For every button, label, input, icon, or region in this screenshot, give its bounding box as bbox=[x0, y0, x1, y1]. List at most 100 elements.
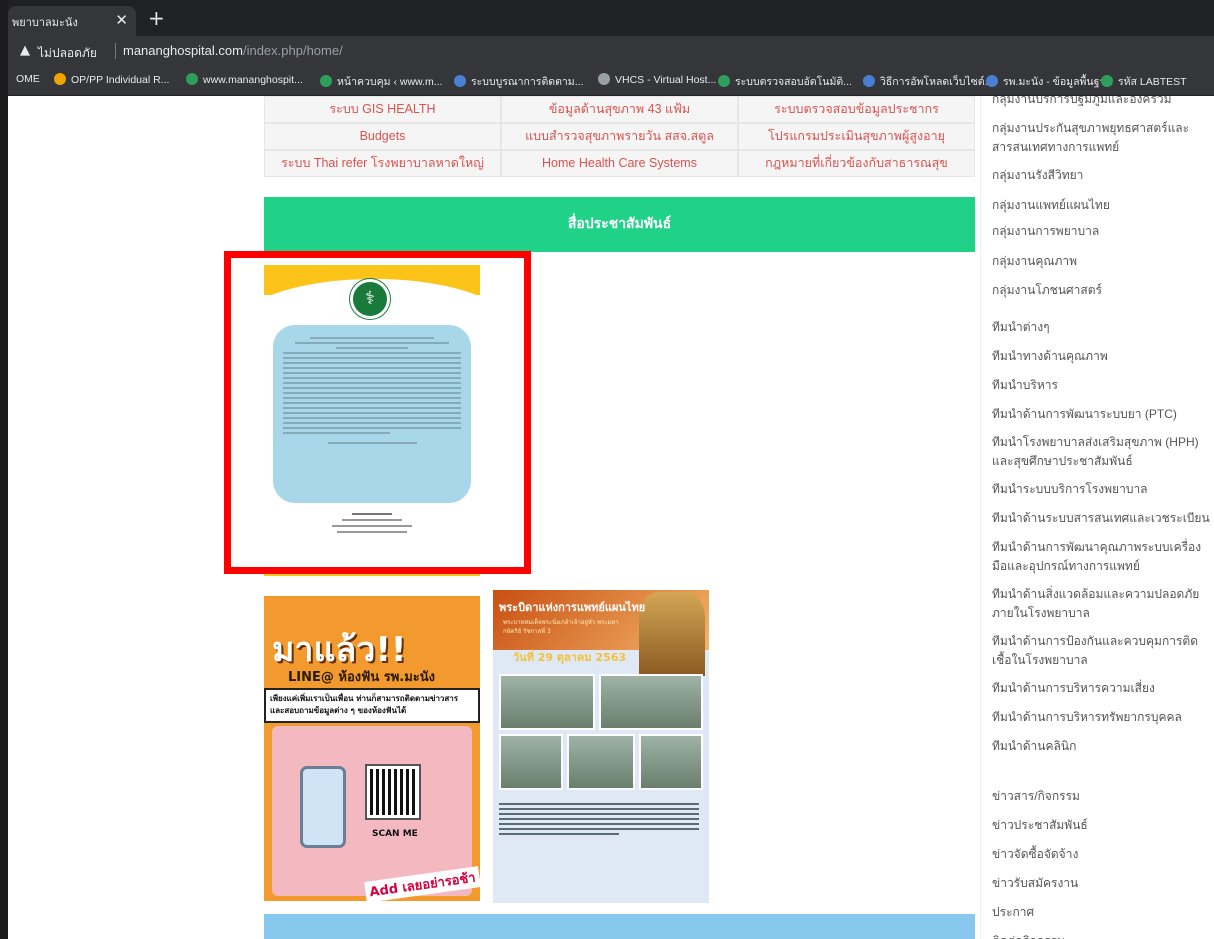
phone-icon bbox=[300, 766, 346, 848]
browser-window: พยาบาลมะนัง ✕ + ▲ ไม่ปลอดภัย mananghospi… bbox=[0, 0, 1214, 939]
link-grid: ระบบ GIS HEALTH ข้อมูลด้านสุขภาพ 43 แฟ้มร… bbox=[264, 96, 975, 177]
url-host: mananghospital.com bbox=[123, 43, 243, 58]
sidebar-link[interactable]: กลุ่มงานรังสีวิทยา bbox=[992, 166, 1214, 185]
sidebar-menu: กลุ่มงานบริการปฐมภูมิและองค์รวมกลุ่มงานป… bbox=[980, 96, 1214, 939]
bookmarks-bar: OME OP/PP Individual R... www.mananghospit… bbox=[8, 66, 1214, 96]
quick-link[interactable]: แบบสำรวจสุขภาพรายวัน สสจ.สตูล bbox=[501, 123, 738, 150]
bookmark-favicon-icon bbox=[320, 75, 332, 87]
bookmark-item[interactable]: รพ.มะนัง - ข้อมูลพื้นฐาน bbox=[986, 73, 1112, 90]
thai-medicine-poster[interactable]: พระบิดาแห่งการแพทย์แผนไทย พระบาทสมเด็จพร… bbox=[493, 590, 709, 903]
quick-link[interactable]: กฎหมายที่เกี่ยวข้องกับสาธารณสุข bbox=[738, 150, 975, 177]
tab-bar: พยาบาลมะนัง ✕ + bbox=[8, 0, 1214, 36]
quick-link[interactable]: โปรแกรมประเมินสุขภาพผู้สูงอายุ bbox=[738, 123, 975, 150]
new-tab-icon[interactable]: + bbox=[148, 6, 165, 30]
bookmark-label: ระบบตรวจสอบอัตโนมัติ... bbox=[735, 76, 852, 88]
quick-link[interactable]: ข้อมูลด้านสุขภาพ 43 แฟ้ม bbox=[501, 96, 738, 123]
sidebar-link[interactable]: ข่าวสาร/กิจกรรม bbox=[992, 787, 1214, 806]
web-page: ระบบ GIS HEALTH ข้อมูลด้านสุขภาพ 43 แฟ้มร… bbox=[8, 96, 1214, 939]
browser-tab[interactable]: พยาบาลมะนัง ✕ bbox=[8, 6, 136, 36]
bookmark-favicon-icon bbox=[1101, 75, 1113, 87]
sidebar-link[interactable]: ทีมนำด้านการบริหารความเสี่ยง bbox=[992, 679, 1214, 698]
royal-portrait-image bbox=[639, 592, 705, 676]
bookmark-favicon-icon bbox=[986, 75, 998, 87]
bookmark-label: รพ.มะนัง - ข้อมูลพื้นฐาน bbox=[1003, 76, 1113, 88]
sidebar-link[interactable]: ข่าวจัดซื้อจัดจ้าง bbox=[992, 845, 1214, 864]
bookmark-favicon-icon bbox=[598, 73, 610, 85]
sidebar-link[interactable]: ประกาศ bbox=[992, 903, 1214, 922]
event-photos bbox=[499, 674, 703, 792]
sidebar-link[interactable]: ทีมนำโรงพยาบาลส่งเสริมสุขภาพ (HPH) และสุ… bbox=[992, 433, 1214, 471]
sidebar-link[interactable]: ทีมนำด้านการพัฒนาระบบยา (PTC) bbox=[992, 405, 1214, 424]
sidebar-link[interactable]: ทีมนำด้านสิ่งแวดล้อมและความปลอดภัยภายในโ… bbox=[992, 585, 1214, 623]
poster-description: เพียงแค่เพิ่มเราเป็นเพื่อน ท่านก็สามารถต… bbox=[264, 688, 480, 723]
event-photo bbox=[599, 674, 703, 730]
qr-code-icon bbox=[365, 764, 421, 820]
line-dental-poster[interactable]: มาแล้ว!! LINE@ ห้องฟัน รพ.มะนัง เพียงแค่… bbox=[264, 596, 480, 901]
link-row: ระบบ Thai refer โรงพยาบาลหาดใหญ่ Home Hea… bbox=[264, 150, 975, 177]
warning-icon[interactable]: ▲ bbox=[20, 43, 30, 58]
sidebar-link[interactable]: ทีมนำด้านการบริหารทรัพยากรบุคคล bbox=[992, 708, 1214, 727]
poster-subtitle: LINE@ ห้องฟัน รพ.มะนัง bbox=[288, 670, 436, 685]
bookmark-label: www.mananghospit... bbox=[203, 74, 303, 86]
divider bbox=[115, 43, 116, 59]
bookmark-label: OME bbox=[16, 73, 40, 85]
url-text[interactable]: mananghospital.com/index.php/home/ bbox=[123, 43, 343, 58]
quick-link[interactable]: Budgets bbox=[264, 123, 501, 150]
bookmark-item[interactable]: หน้าควบคุม ‹ www.m... bbox=[320, 73, 442, 90]
quick-link[interactable]: ระบบตรวจสอบข้อมูลประชากร bbox=[738, 96, 975, 123]
close-icon[interactable]: ✕ bbox=[115, 11, 128, 29]
bookmark-item[interactable]: วิธีการอัพโหลดเว็บไซต์... bbox=[863, 73, 993, 90]
sidebar-link[interactable]: กลุ่มงานบริการปฐมภูมิและองค์รวม bbox=[992, 96, 1214, 109]
bookmark-item[interactable]: www.mananghospit... bbox=[186, 73, 303, 86]
bookmark-label: วิธีการอัพโหลดเว็บไซต์... bbox=[880, 76, 994, 88]
pr-section-header: สื่อประชาสัมพันธ์ bbox=[264, 197, 975, 252]
sidebar-link[interactable]: ทีมนำด้านการป้องกันและควบคุมการติดเชื้อใ… bbox=[992, 632, 1214, 670]
sidebar-link[interactable]: ทีมนำด้านระบบสารสนเทศและเวชระเบียน bbox=[992, 509, 1214, 528]
insecure-label[interactable]: ไม่ปลอดภัย bbox=[38, 44, 97, 63]
bookmark-item[interactable]: OME bbox=[16, 73, 40, 85]
bookmark-favicon-icon bbox=[54, 73, 66, 85]
bookmark-item[interactable]: ระบบบูรณาการติดตาม... bbox=[454, 73, 583, 90]
bookmark-item[interactable]: OP/PP Individual R... bbox=[54, 73, 169, 86]
poster-date: วันที่ 29 ตุลาคม 2563 bbox=[513, 651, 627, 664]
red-highlight-box bbox=[224, 251, 531, 574]
poster-title: พระบิดาแห่งการแพทย์แผนไทย bbox=[499, 601, 646, 614]
sidebar-link[interactable]: กลุ่มงานโภชนศาสตร์ bbox=[992, 281, 1214, 300]
scan-me-label: SCAN ME bbox=[372, 829, 418, 839]
sidebar-link[interactable]: ทีมนำด้านคลินิก bbox=[992, 737, 1214, 756]
sidebar-link[interactable]: กลุ่มงานประกันสุขภาพยุทธศาสตร์และสารสนเท… bbox=[992, 119, 1214, 157]
next-section-header bbox=[264, 914, 975, 939]
sidebar-link[interactable]: ทีมนำบริหาร bbox=[992, 376, 1214, 395]
bookmark-item[interactable]: รหัส LABTEST bbox=[1101, 73, 1187, 90]
sidebar-link[interactable]: ติดต่อกิจกรรม bbox=[992, 932, 1214, 939]
poster-subtitle: พระบาทสมเด็จพระนั่งเกล้าเจ้าอยู่หัว พระม… bbox=[503, 619, 619, 635]
sidebar-link[interactable]: ข่าวรับสมัครงาน bbox=[992, 874, 1214, 893]
url-path: /index.php/home/ bbox=[242, 43, 343, 58]
event-photo bbox=[639, 734, 703, 790]
bookmark-favicon-icon bbox=[718, 75, 730, 87]
sidebar-link[interactable]: ทีมนำระบบบริการโรงพยาบาล bbox=[992, 480, 1214, 499]
sidebar-link[interactable]: ทีมนำต่างๆ bbox=[992, 318, 1214, 337]
sidebar-link[interactable]: ข่าวประชาสัมพันธ์ bbox=[992, 816, 1214, 835]
bookmark-item[interactable]: VHCS - Virtual Host... bbox=[598, 73, 716, 86]
sidebar-link[interactable]: กลุ่มงานคุณภาพ bbox=[992, 252, 1214, 271]
sidebar-link[interactable]: ทีมนำด้านการพัฒนาคุณภาพระบบเครื่องมือและ… bbox=[992, 538, 1214, 576]
sidebar-link[interactable]: กลุ่มงานการพยาบาล bbox=[992, 222, 1214, 241]
sidebar-link[interactable]: กลุ่มงานแพทย์แผนไทย bbox=[992, 196, 1214, 215]
bookmark-favicon-icon bbox=[186, 73, 198, 85]
quick-link[interactable]: ระบบ Thai refer โรงพยาบาลหาดใหญ่ bbox=[264, 150, 501, 177]
bookmark-item[interactable]: ระบบตรวจสอบอัตโนมัติ... bbox=[718, 73, 852, 90]
poster-body-text bbox=[499, 800, 699, 838]
event-photo bbox=[499, 674, 595, 730]
tab-title: พยาบาลมะนัง bbox=[12, 16, 78, 29]
quick-link[interactable]: ระบบ GIS HEALTH bbox=[264, 96, 501, 123]
bookmark-label: OP/PP Individual R... bbox=[71, 74, 170, 86]
bookmark-label: หน้าควบคุม ‹ www.m... bbox=[337, 76, 443, 88]
event-photo bbox=[499, 734, 563, 790]
address-bar[interactable]: ▲ ไม่ปลอดภัย mananghospital.com/index.ph… bbox=[8, 36, 1214, 66]
bookmark-label: รหัส LABTEST bbox=[1118, 76, 1187, 88]
sidebar-link[interactable]: ทีมนำทางด้านคุณภาพ bbox=[992, 347, 1214, 366]
bookmark-label: VHCS - Virtual Host... bbox=[615, 74, 717, 86]
quick-link[interactable]: Home Health Care Systems bbox=[501, 150, 738, 177]
link-row: ระบบ GIS HEALTH ข้อมูลด้านสุขภาพ 43 แฟ้มร… bbox=[264, 96, 975, 123]
